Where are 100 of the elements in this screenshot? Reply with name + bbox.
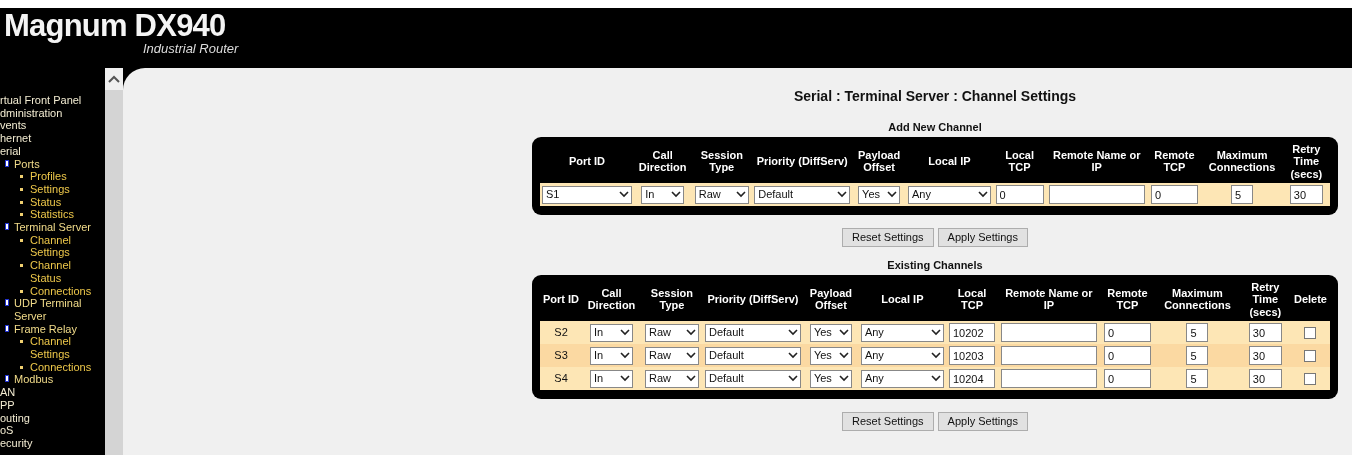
nav-link[interactable]: Channel Status [30,259,105,285]
input-field[interactable]: 0 [1103,346,1151,365]
settings-button[interactable]: Apply Settings [937,228,1028,247]
input-field[interactable]: 10204 [949,369,995,388]
dropdown[interactable]: In [590,323,633,342]
dropdown[interactable]: Any [907,185,991,204]
input-field[interactable]: 0 [995,185,1044,204]
checkbox[interactable] [1304,349,1317,362]
nav-link[interactable]: outing [0,411,30,425]
column-header: Call Direction [638,148,687,174]
page-title: Serial : Terminal Server : Channel Settings [793,87,1077,106]
chevron-down-icon [787,352,798,359]
bullet-icon [20,175,23,179]
nav-link[interactable]: Modbus [14,373,54,387]
dropdown[interactable]: Raw [644,323,699,342]
dropdown[interactable]: Raw [694,185,749,204]
column-header: Payload Offset [858,148,901,174]
dropdown[interactable]: Default [704,323,801,342]
table-cell: S2 [540,321,583,344]
scroll-up-icon[interactable] [108,75,120,83]
chevron-down-icon [930,329,941,336]
nav-link[interactable]: Profiles [30,170,67,183]
dropdown[interactable]: In [641,185,685,204]
nav-link[interactable]: Connections [30,360,92,374]
chevron-down-icon [620,352,630,359]
settings-button[interactable]: Reset Settings [842,228,934,247]
column-header: Port ID [543,293,580,305]
nav-link[interactable]: ecurity [0,437,33,450]
scrollbar[interactable] [105,68,123,455]
dropdown[interactable]: S1 [542,185,632,204]
dropdown[interactable]: Any [860,323,944,342]
nav-link[interactable]: Settings [30,182,70,196]
nav-link[interactable]: Connections [30,284,92,298]
nav-link[interactable]: Terminal Server [14,221,92,234]
column-header: Priority (DiffServ) [707,293,799,305]
nav-link[interactable]: Frame Relay [14,322,77,336]
column-header: Remote TCP [1107,286,1148,312]
folder-icon [5,223,9,231]
dropdown[interactable]: In [590,346,633,365]
dropdown[interactable]: Yes [809,323,852,342]
nav-link[interactable]: Channel Settings [30,233,105,260]
dropdown[interactable]: Raw [644,346,699,365]
dropdown[interactable]: Yes [809,369,852,388]
input-field[interactable]: 0 [1103,323,1151,342]
dropdown[interactable]: Yes [858,185,901,204]
input-field[interactable]: 0 [1150,185,1198,204]
chevron-down-icon [930,352,941,359]
column-header: Remote Name or IP [1005,286,1093,312]
dropdown[interactable]: Any [860,346,944,365]
nav-link[interactable]: hernet [0,132,32,145]
bullet-icon [20,200,23,204]
dropdown[interactable]: Default [704,346,801,365]
column-header: Retry Time (secs) [1290,142,1323,180]
input-field[interactable]: 5 [1186,323,1209,342]
checkbox[interactable] [1304,326,1317,339]
nav-link[interactable]: Status [30,195,62,209]
input-field[interactable]: 10203 [949,346,995,365]
chevron-down-icon [930,375,941,382]
dropdown[interactable]: Default [754,185,851,204]
settings-button[interactable]: Apply Settings [937,412,1028,431]
nav-link[interactable]: AN [0,386,16,399]
folder-icon [5,375,9,383]
dropdown[interactable]: Default [704,369,801,388]
folder-icon [5,324,9,332]
nav-link[interactable]: vents [0,119,27,133]
settings-button[interactable]: Reset Settings [842,412,934,431]
chevron-down-icon [685,329,696,336]
input-field[interactable]: 0 [1103,369,1151,388]
dropdown[interactable]: In [590,369,633,388]
dropdown[interactable]: Yes [809,346,852,365]
input-field[interactable]: 30 [1248,369,1282,388]
column-header: Delete [1293,293,1327,305]
column-header: Local IP [881,293,924,305]
nav-link[interactable]: Channel Settings [30,335,105,361]
nav-link[interactable]: rtual Front Panel [0,94,82,107]
nav-link[interactable]: oS [0,424,14,437]
chevron-down-icon [735,191,746,198]
chevron-down-icon [620,375,630,382]
input-field[interactable]: 30 [1248,323,1282,342]
dropdown[interactable]: Raw [644,369,699,388]
dropdown[interactable]: Any [860,369,944,388]
input-field[interactable]: 10202 [949,323,995,342]
nav-link[interactable]: UDP Terminal Server [14,297,105,323]
input-field[interactable]: 30 [1248,346,1282,365]
nav-link[interactable]: dministration [0,106,63,120]
chevron-down-icon [838,329,849,336]
nav-link[interactable]: Ports [14,157,40,171]
checkbox[interactable] [1304,372,1317,385]
table-title: Existing Channels [887,258,983,273]
table-title: Add New Channel [888,120,982,135]
input-field[interactable]: 30 [1289,185,1323,204]
chevron-down-icon [619,191,629,198]
input-field[interactable]: 5 [1186,369,1209,388]
column-header: Port ID [568,155,606,167]
input-field[interactable]: 5 [1186,346,1209,365]
nav-link[interactable]: PP [0,398,15,412]
nav-link[interactable]: Statistics [30,208,74,222]
chevron-down-icon [887,191,898,198]
input-field[interactable]: 5 [1231,185,1254,204]
nav-link[interactable]: erial [0,144,21,158]
